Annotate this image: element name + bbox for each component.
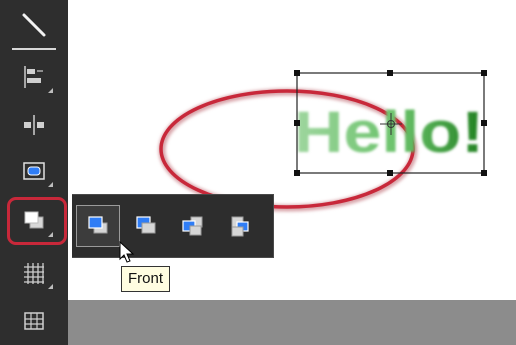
left-toolbar xyxy=(0,0,68,345)
distribute-tool-button[interactable] xyxy=(12,106,56,144)
highlight-ring xyxy=(7,197,67,245)
line-icon xyxy=(22,13,46,37)
bring-forward-icon xyxy=(182,216,203,236)
send-to-back-icon xyxy=(136,216,156,234)
canvas-bottom-area xyxy=(68,300,516,345)
submenu-indicator-icon xyxy=(48,182,53,187)
send-backward-button[interactable] xyxy=(218,205,262,247)
rect-shape-icon xyxy=(23,162,45,180)
align-icon xyxy=(24,66,43,88)
hello-text-object[interactable]: Hello! xyxy=(294,100,484,165)
grid-tool-button[interactable] xyxy=(12,254,56,292)
toolbar-separator xyxy=(12,48,56,50)
bring-to-front-button[interactable] xyxy=(76,205,120,247)
table-icon xyxy=(24,312,44,330)
canvas-artwork: Hello! xyxy=(158,70,487,212)
send-backward-icon xyxy=(231,216,249,237)
bring-forward-button[interactable] xyxy=(170,205,214,247)
table-tool-button[interactable] xyxy=(12,302,56,340)
grid-icon xyxy=(24,263,44,284)
bring-to-front-icon xyxy=(88,216,108,234)
submenu-indicator-icon xyxy=(48,284,53,289)
submenu-indicator-icon xyxy=(48,88,53,93)
drawing-canvas[interactable]: Hello! xyxy=(0,0,516,345)
line-tool-button[interactable] xyxy=(12,6,56,44)
arrange-flyout-menu xyxy=(72,194,274,258)
align-tool-button[interactable] xyxy=(12,58,56,96)
distribute-icon xyxy=(24,115,44,135)
shape-tool-button[interactable] xyxy=(12,152,56,190)
tooltip: Front xyxy=(121,266,171,292)
